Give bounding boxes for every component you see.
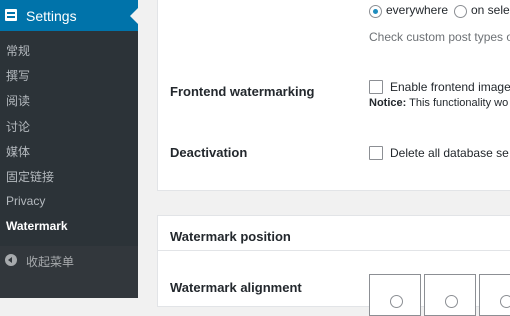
alignment-grid	[369, 274, 510, 316]
settings-icon	[5, 9, 17, 21]
frontend-watermarking-label: Frontend watermarking	[170, 84, 315, 99]
radio-on-selected[interactable]	[454, 5, 467, 18]
sidebar-item-reading[interactable]: 阅读	[6, 92, 30, 109]
frontend-watermarking-notice: Notice: This functionality wo	[369, 97, 508, 109]
alignment-top-right-radio[interactable]	[500, 295, 510, 308]
deactivation-label: Deactivation	[170, 145, 248, 160]
alignment-top-center[interactable]	[424, 274, 476, 316]
sidebar-item-media[interactable]: 媒体	[6, 143, 30, 160]
watermark-alignment-label: Watermark alignment	[170, 280, 302, 295]
admin-sidebar: Settings 常规 撰写 阅读 讨论 媒体 固定链接 Privacy Wat…	[0, 0, 138, 298]
sidebar-item-privacy[interactable]: Privacy	[6, 194, 45, 208]
sidebar-item-discussion[interactable]: 讨论	[6, 118, 30, 135]
notice-label: Notice:	[369, 97, 407, 109]
settings-menu-title: Settings	[26, 8, 77, 24]
alignment-top-left-radio[interactable]	[390, 295, 403, 308]
current-menu-arrow	[130, 8, 138, 24]
sidebar-item-general[interactable]: 常规	[6, 42, 30, 59]
radio-on-selected-label: on sele	[471, 3, 510, 17]
frontend-watermarking-checkbox[interactable]	[369, 80, 383, 94]
alignment-top-right[interactable]	[479, 274, 510, 316]
sidebar-item-watermark[interactable]: Watermark	[6, 219, 68, 233]
sidebar-item-permalinks[interactable]: 固定链接	[6, 168, 54, 185]
alignment-top-center-radio[interactable]	[445, 295, 458, 308]
radio-everywhere[interactable]	[369, 5, 382, 18]
collapse-menu-button[interactable]: 收起菜单	[0, 246, 138, 276]
settings-submenu: 常规 撰写 阅读 讨论 媒体 固定链接 Privacy Watermark	[0, 31, 138, 246]
post-types-help-text: Check custom post types or	[369, 30, 510, 44]
collapse-menu-label: 收起菜单	[26, 255, 75, 269]
frontend-watermarking-checkbox-label: Enable frontend image	[390, 80, 510, 94]
notice-text: This functionality wo	[409, 97, 509, 109]
watermark-position-title: Watermark position	[170, 229, 291, 244]
collapse-arrow-icon	[5, 254, 17, 266]
deactivation-checkbox-label: Delete all database se	[390, 146, 509, 160]
settings-menu-header[interactable]: Settings	[0, 0, 138, 31]
sidebar-item-writing[interactable]: 撰写	[6, 67, 30, 84]
section-divider	[158, 250, 510, 251]
alignment-top-left[interactable]	[369, 274, 421, 316]
settings-panel: everywhere on sele Check custom post typ…	[157, 0, 510, 191]
deactivation-checkbox[interactable]	[369, 146, 383, 160]
watermark-position-panel: Watermark position Watermark alignment	[157, 215, 510, 316]
radio-everywhere-label: everywhere	[386, 3, 449, 17]
